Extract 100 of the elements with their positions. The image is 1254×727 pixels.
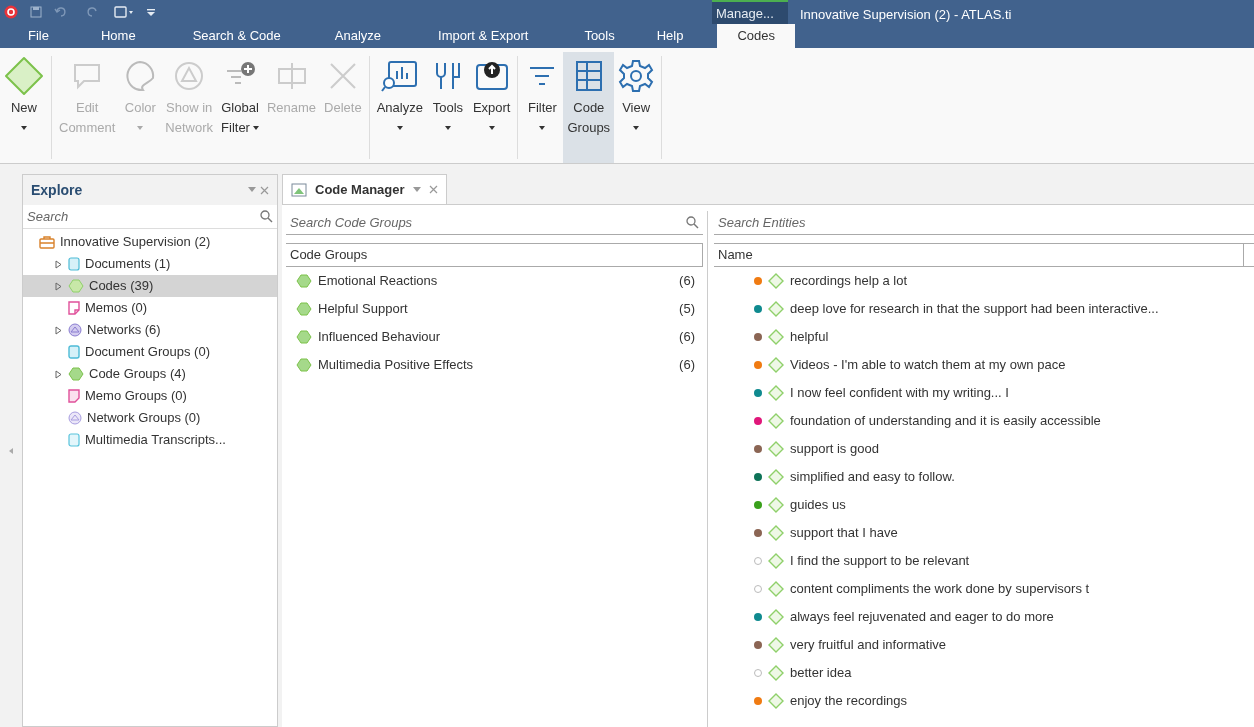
expand-arrow-icon[interactable]	[55, 281, 62, 291]
code-manager-icon	[291, 182, 307, 197]
list-row[interactable]: better idea	[714, 659, 1254, 687]
diamond-icon	[768, 385, 784, 401]
list-row[interactable]: always feel rejuvenated and eager to do more	[714, 603, 1254, 631]
list-row[interactable]: Multimedia Positive Effects (6)	[286, 351, 703, 379]
diamond-icon	[768, 329, 784, 345]
globe-icon	[68, 411, 82, 425]
ribbon-button[interactable]: Tools	[426, 52, 469, 163]
document-icon	[68, 345, 80, 359]
search-field[interactable]: Search	[27, 206, 260, 227]
context-tab-label: Manage...	[712, 0, 788, 24]
tree-item[interactable]: Multimedia Transcripts...	[23, 429, 277, 451]
tree-item[interactable]: Codes (39)	[23, 275, 277, 297]
save-icon[interactable]	[30, 6, 42, 18]
diamond-icon	[768, 525, 784, 541]
ribbon-button[interactable]: Export	[468, 52, 515, 163]
dropdown-icon[interactable]	[412, 186, 421, 193]
column-header[interactable]: Name	[718, 245, 753, 265]
diamond-icon	[768, 413, 784, 429]
diamond-icon	[768, 581, 784, 597]
diamond-icon	[768, 301, 784, 317]
chart-icon	[380, 59, 419, 93]
document-icon	[68, 433, 80, 447]
hexagon-icon	[296, 358, 312, 372]
menu-tab[interactable]: Analyze	[328, 24, 388, 48]
tree-item[interactable]: Code Groups (4)	[23, 363, 277, 385]
list-row[interactable]: guides us	[714, 491, 1254, 519]
close-icon[interactable]	[260, 185, 269, 195]
menu-tab[interactable]: Home	[94, 24, 142, 48]
ribbon-button[interactable]: New	[0, 52, 48, 163]
document-icon	[68, 257, 80, 271]
list-row[interactable]: I now feel confident with my writing... I	[714, 379, 1254, 407]
menu-tab[interactable]: Codes	[717, 24, 796, 48]
diamond-icon	[768, 441, 784, 457]
ribbon-button[interactable]: Global Filter	[217, 52, 263, 163]
menu-tab[interactable]: Import & Export	[432, 24, 535, 48]
tree-item[interactable]: Memos (0)	[23, 297, 277, 319]
expand-arrow-icon[interactable]	[55, 325, 62, 335]
list-row[interactable]: support is good	[714, 435, 1254, 463]
globe-icon	[68, 323, 82, 337]
ribbon-button[interactable]: Analyze	[372, 52, 427, 163]
app-logo-icon	[4, 5, 18, 19]
note-icon	[68, 389, 80, 403]
hexagon-icon	[68, 367, 84, 381]
code-manager-tab[interactable]: Code Manager	[282, 174, 447, 204]
search-icon[interactable]	[260, 210, 273, 223]
hexagon-icon	[296, 302, 312, 316]
list-row[interactable]: Influenced Behaviour (6)	[286, 323, 703, 351]
diamond-icon	[4, 56, 44, 96]
menu-tab[interactable]: File	[22, 24, 55, 48]
column-header[interactable]: Code Groups	[290, 245, 368, 265]
tree-item[interactable]: Memo Groups (0)	[23, 385, 277, 407]
tree-item[interactable]: Document Groups (0)	[23, 341, 277, 363]
export-icon	[473, 59, 510, 93]
tree-item[interactable]: Network Groups (0)	[23, 407, 277, 429]
list-row[interactable]: Videos - I'm able to watch them at my own pace	[714, 351, 1254, 379]
list-row[interactable]: recordings help a lot	[714, 267, 1254, 295]
hexagon-icon	[296, 330, 312, 344]
list-row[interactable]: very fruitful and informative	[714, 631, 1254, 659]
diamond-icon	[768, 469, 784, 485]
diamond-icon	[768, 357, 784, 373]
tree-item[interactable]: Documents (1)	[23, 253, 277, 275]
menu-tab[interactable]: Help	[650, 24, 690, 48]
ribbon-button[interactable]: Code Groups	[563, 52, 615, 163]
tree-item[interactable]: Networks (6)	[23, 319, 277, 341]
search-field[interactable]: Search Code Groups	[290, 212, 686, 233]
list-row[interactable]: content compliments the work done by supervisors t	[714, 575, 1254, 603]
list-row[interactable]: simplified and easy to follow.	[714, 463, 1254, 491]
menu-tab[interactable]: Tools	[578, 24, 621, 48]
ribbon-button[interactable]: Filter	[521, 52, 564, 163]
list-row[interactable]: deep love for research in that the support had been interactive...	[714, 295, 1254, 323]
list-row[interactable]: I find the support to be relevant	[714, 547, 1254, 575]
list-row[interactable]: foundation of understanding and it is easily accessible	[714, 407, 1254, 435]
pane-title: Explore	[31, 180, 83, 200]
list-row[interactable]: helpful	[714, 323, 1254, 351]
collapse-arrow-icon[interactable]	[9, 447, 13, 454]
list-row[interactable]: Emotional Reactions (6)	[286, 267, 703, 295]
window-icon[interactable]	[114, 6, 134, 18]
diamond-icon	[768, 637, 784, 653]
menu-tab[interactable]: Search & Code	[186, 24, 287, 48]
briefcase-icon	[39, 235, 55, 249]
diamond-icon	[768, 553, 784, 569]
settings-icon	[618, 58, 655, 94]
expand-arrow-icon[interactable]	[55, 259, 62, 269]
expand-arrow-icon[interactable]	[55, 369, 62, 379]
list-row[interactable]: support that I have	[714, 519, 1254, 547]
customize-icon[interactable]	[146, 6, 156, 18]
tree-item[interactable]: Innovative Supervision (2)	[23, 231, 277, 253]
search-icon[interactable]	[686, 216, 699, 229]
dropdown-icon[interactable]	[248, 187, 256, 193]
diamond-icon	[768, 609, 784, 625]
diamond-icon	[768, 693, 784, 709]
list-row[interactable]: Helpful Support (5)	[286, 295, 703, 323]
list-row[interactable]: enjoy the recordings	[714, 687, 1254, 715]
ribbon-button[interactable]: View	[614, 52, 659, 163]
search-field[interactable]: Search Entities	[718, 212, 1250, 233]
hexagon-icon	[68, 279, 84, 293]
close-icon[interactable]	[428, 185, 438, 194]
diamond-icon	[768, 273, 784, 289]
